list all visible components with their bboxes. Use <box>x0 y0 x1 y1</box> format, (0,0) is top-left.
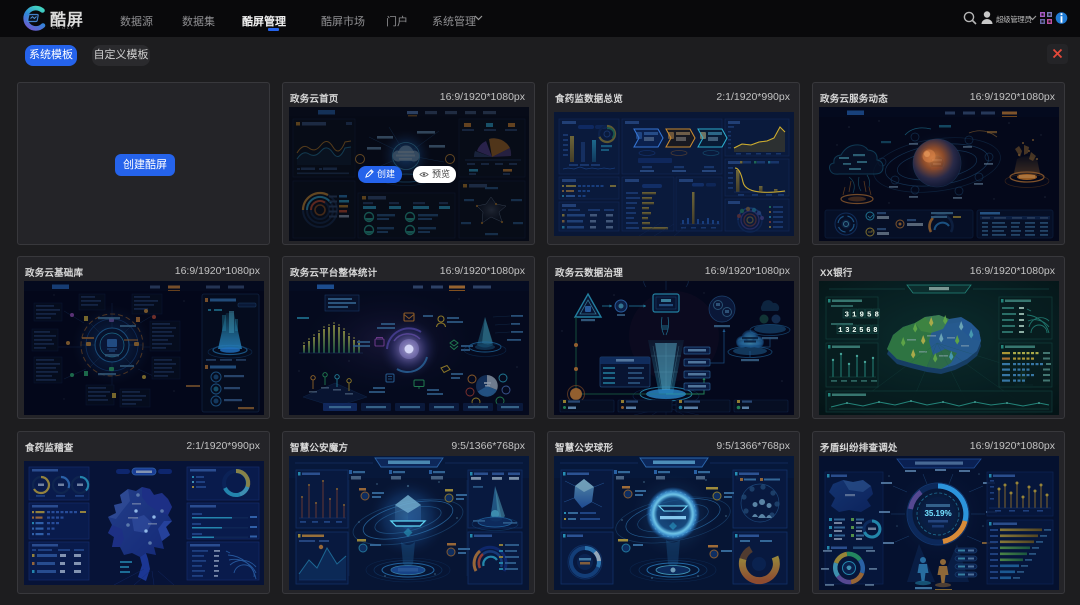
svg-text:2: 2 <box>852 327 856 335</box>
svg-text:8: 8 <box>873 327 877 335</box>
svg-text:5: 5 <box>859 327 863 335</box>
svg-text:8: 8 <box>875 312 880 320</box>
svg-text:1: 1 <box>838 327 842 335</box>
svg-text:1: 1 <box>852 312 857 320</box>
svg-text:3: 3 <box>845 327 849 335</box>
svg-text:9: 9 <box>860 312 865 320</box>
svg-text:6: 6 <box>866 327 870 335</box>
svg-text:35.19%: 35.19% <box>924 509 951 518</box>
svg-text:5: 5 <box>867 312 872 320</box>
svg-text:3: 3 <box>845 312 850 320</box>
